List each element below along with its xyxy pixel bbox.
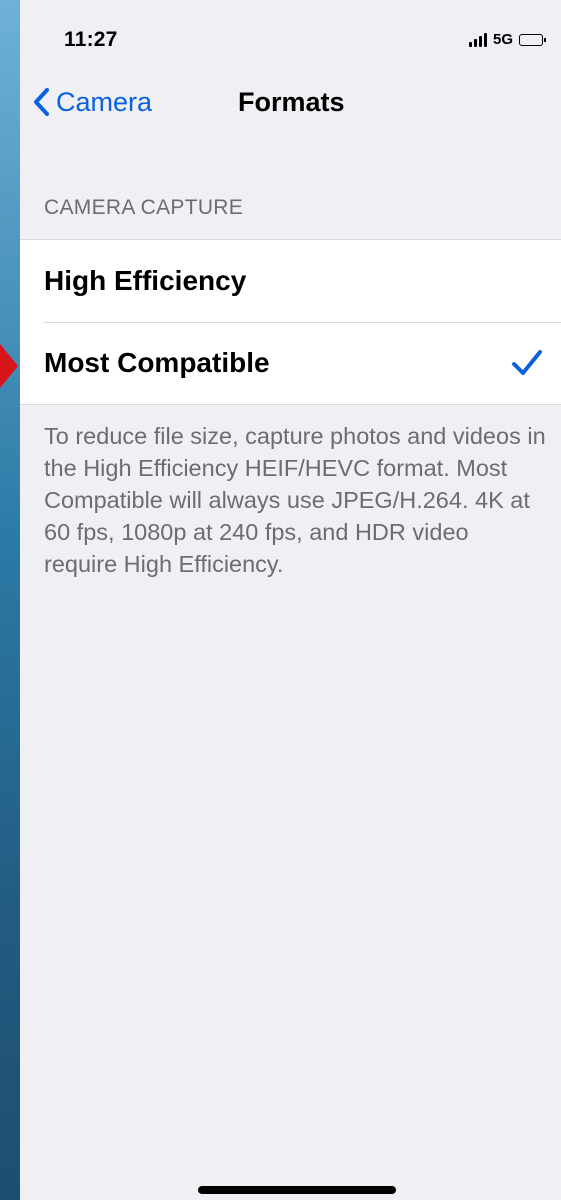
home-indicator[interactable] <box>198 1186 396 1194</box>
chevron-left-icon <box>34 88 49 116</box>
back-button[interactable]: Camera <box>32 80 152 124</box>
option-high-efficiency[interactable]: High Efficiency <box>20 240 561 322</box>
signal-bars-icon <box>468 32 487 47</box>
battery-icon <box>519 33 546 46</box>
option-label: High Efficiency <box>44 265 247 296</box>
annotation-arrow <box>0 344 18 388</box>
checkmark-icon <box>512 350 542 375</box>
page-title: Formats <box>238 87 345 117</box>
camera-capture-options: High Efficiency Most Compatible <box>20 239 561 405</box>
screenshot-frame: 11:27 5G Camera Formats CAMERA CAPTURE H… <box>0 0 561 1200</box>
section-footer-description: To reduce file size, capture photos and … <box>44 423 546 577</box>
back-button-label: Camera <box>56 86 153 117</box>
option-most-compatible[interactable]: Most Compatible <box>20 322 561 404</box>
status-indicators: 5G <box>468 31 546 48</box>
network-type-label: 5G <box>492 31 513 48</box>
option-label: Most Compatible <box>44 347 270 378</box>
status-bar: 11:27 5G <box>20 0 561 80</box>
navigation-bar: Camera Formats <box>20 80 561 124</box>
section-header-camera-capture: CAMERA CAPTURE <box>44 196 244 219</box>
settings-screen: 11:27 5G Camera Formats CAMERA CAPTURE H… <box>20 0 561 1200</box>
status-time: 11:27 <box>64 28 118 51</box>
